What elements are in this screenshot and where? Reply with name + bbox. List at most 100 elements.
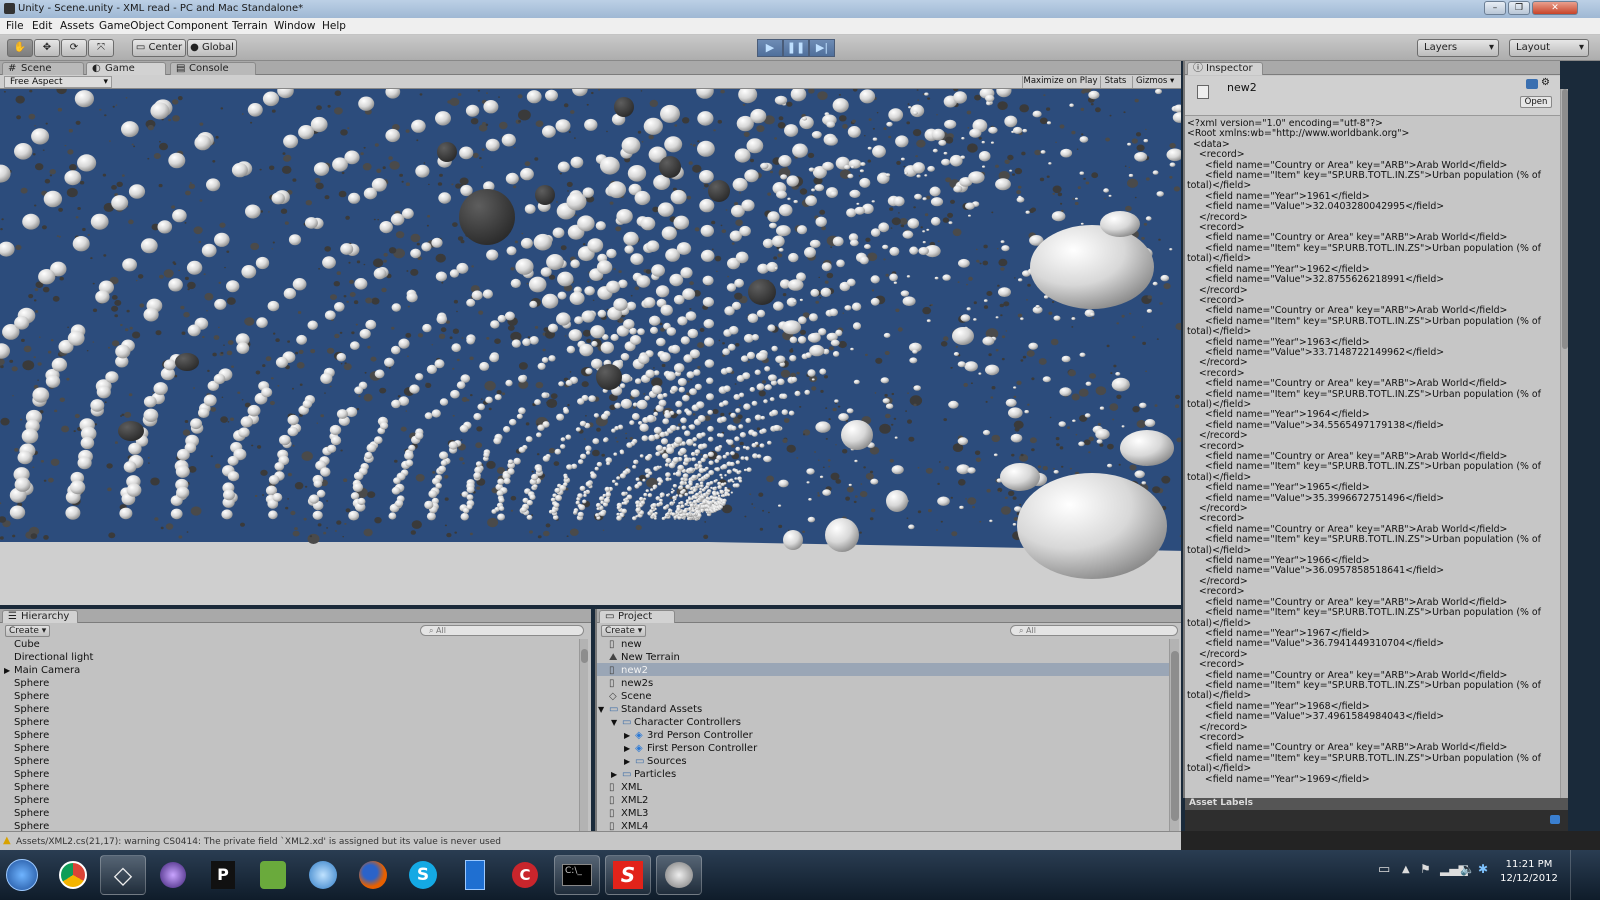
space-global-button[interactable]: ● Global (187, 39, 237, 57)
skype-taskbar-button[interactable]: S (400, 855, 446, 895)
maximize-on-play-toggle[interactable]: Maximize on Play (1022, 76, 1098, 88)
hierarchy-item[interactable]: Sphere (14, 678, 49, 689)
hierarchy-item[interactable]: Sphere (14, 730, 49, 741)
project-item[interactable]: 3rd Person Controller (647, 730, 753, 741)
project-search-input[interactable]: ⌕ All (1010, 625, 1178, 636)
hierarchy-item[interactable]: Main Camera (14, 665, 80, 676)
hierarchy-item[interactable]: Sphere (14, 756, 49, 767)
hierarchy-item[interactable]: Sphere (14, 704, 49, 715)
status-bar[interactable]: ▲ Assets/XML2.cs(21,17): warning CS0414:… (0, 831, 1181, 850)
unity-taskbar-button[interactable]: ◇ (100, 855, 146, 895)
expand-arrow-icon[interactable]: ▼ (598, 705, 604, 714)
game-viewport[interactable] (0, 89, 1181, 605)
menu-terrain[interactable]: Terrain (232, 20, 268, 32)
expand-arrow-icon[interactable]: ▶ (624, 757, 630, 766)
app-taskbar-button[interactable] (300, 855, 346, 895)
expand-arrow-icon[interactable]: ▶ (611, 770, 617, 779)
eclipse-taskbar-button[interactable] (150, 855, 196, 895)
layers-dropdown[interactable]: Layers ▾ (1417, 39, 1499, 57)
project-item[interactable]: XML3 (621, 808, 648, 819)
move-tool-button[interactable]: ✥ (34, 39, 60, 57)
flag-icon[interactable]: ⚑ (1420, 862, 1431, 876)
project-create-button[interactable]: Create ▾ (601, 625, 647, 637)
project-item[interactable]: First Person Controller (647, 743, 757, 754)
app-taskbar-button[interactable] (656, 855, 702, 895)
expand-arrow-icon[interactable]: ▼ (611, 718, 617, 727)
tab-project[interactable]: ▭ Project (599, 610, 675, 623)
tab-inspector[interactable]: ⓘ Inspector (1187, 62, 1263, 75)
project-item[interactable]: Standard Assets (621, 704, 702, 715)
tag-icon[interactable] (1550, 815, 1560, 824)
rotate-tool-button[interactable]: ⟳ (61, 39, 87, 57)
maximize-button[interactable]: ❐ (1508, 1, 1530, 15)
gear-icon[interactable]: ⚙ (1541, 77, 1550, 88)
system-clock[interactable]: 11:21 PM 12/12/2012 (1500, 858, 1558, 886)
project-item[interactable]: New Terrain (621, 652, 680, 663)
hierarchy-item[interactable]: Sphere (14, 717, 49, 728)
tab-game[interactable]: ◐ Game (86, 62, 166, 75)
menu-edit[interactable]: Edit (32, 20, 52, 32)
expand-arrow-icon[interactable]: ▶ (624, 731, 630, 740)
minimize-button[interactable]: – (1484, 1, 1506, 15)
menu-assets[interactable]: Assets (60, 20, 94, 32)
stats-toggle[interactable]: Stats (1100, 76, 1130, 88)
project-item[interactable]: new2 (621, 665, 648, 676)
start-button[interactable] (0, 855, 44, 895)
help-icon[interactable] (1526, 79, 1538, 89)
project-item[interactable]: XML (621, 782, 642, 793)
menu-file[interactable]: File (6, 20, 24, 32)
project-item[interactable]: Character Controllers (634, 717, 741, 728)
hand-tool-button[interactable]: ✋ (7, 39, 33, 57)
hierarchy-item[interactable]: Sphere (14, 795, 49, 806)
tab-scene[interactable]: # Scene (2, 62, 84, 75)
cmd-taskbar-button[interactable]: C:\_ (554, 855, 600, 895)
ccleaner-taskbar-button[interactable]: C (502, 855, 548, 895)
pivot-center-button[interactable]: ▭ Center (132, 39, 186, 57)
scroll-thumb[interactable] (1562, 89, 1568, 349)
hierarchy-item[interactable]: Sphere (14, 769, 49, 780)
tray-expand-icon[interactable]: ▲ (1402, 864, 1410, 875)
hierarchy-create-button[interactable]: Create ▾ (5, 625, 51, 637)
hierarchy-item[interactable]: Sphere (14, 782, 49, 793)
expand-arrow-icon[interactable]: ▶ (4, 666, 10, 675)
scroll-thumb[interactable] (1171, 651, 1179, 821)
pause-button[interactable]: ❚❚ (783, 39, 809, 57)
chrome-taskbar-button[interactable] (50, 855, 96, 895)
project-item[interactable]: new2s (621, 678, 653, 689)
tab-hierarchy[interactable]: ☰ Hierarchy (2, 610, 78, 623)
app-taskbar-button[interactable]: S (605, 855, 651, 895)
project-item[interactable]: Particles (634, 769, 676, 780)
hierarchy-item[interactable]: Sphere (14, 691, 49, 702)
step-button[interactable]: ▶| (809, 39, 835, 57)
hierarchy-item[interactable]: Directional light (14, 652, 93, 663)
open-button[interactable]: Open (1520, 96, 1552, 108)
close-button[interactable]: ✕ (1532, 1, 1578, 15)
tray-icon[interactable]: ▭ (1378, 862, 1390, 877)
menu-window[interactable]: Window (274, 20, 315, 32)
inspector-scrollbar[interactable] (1560, 89, 1568, 798)
menu-help[interactable]: Help (322, 20, 346, 32)
processing-taskbar-button[interactable]: P (200, 855, 246, 895)
evernote-taskbar-button[interactable] (250, 855, 296, 895)
menu-gameobject[interactable]: GameObject (99, 20, 164, 32)
hierarchy-item[interactable]: Cube (14, 639, 40, 650)
gizmos-dropdown[interactable]: Gizmos ▾ (1132, 76, 1178, 88)
bluetooth-icon[interactable]: ✱ (1478, 862, 1488, 876)
project-item[interactable]: XML2 (621, 795, 648, 806)
project-item[interactable]: Sources (647, 756, 687, 767)
layout-dropdown[interactable]: Layout ▾ (1509, 39, 1589, 57)
project-scrollbar[interactable] (1169, 639, 1179, 831)
hierarchy-item[interactable]: Sphere (14, 808, 49, 819)
expand-arrow-icon[interactable]: ▶ (624, 744, 630, 753)
aspect-dropdown[interactable]: Free Aspect ▾ (4, 76, 112, 88)
menu-component[interactable]: Component (167, 20, 228, 32)
hierarchy-item[interactable]: Sphere (14, 743, 49, 754)
scroll-thumb[interactable] (581, 649, 588, 663)
firefox-taskbar-button[interactable] (350, 855, 396, 895)
volume-icon[interactable]: 🔈 (1460, 862, 1475, 876)
tab-console[interactable]: ▤ Console (170, 62, 256, 75)
hierarchy-search-input[interactable]: ⌕ All (420, 625, 584, 636)
play-button[interactable]: ▶ (757, 39, 783, 57)
hierarchy-scrollbar[interactable] (579, 639, 588, 831)
app-taskbar-button[interactable] (452, 855, 498, 895)
